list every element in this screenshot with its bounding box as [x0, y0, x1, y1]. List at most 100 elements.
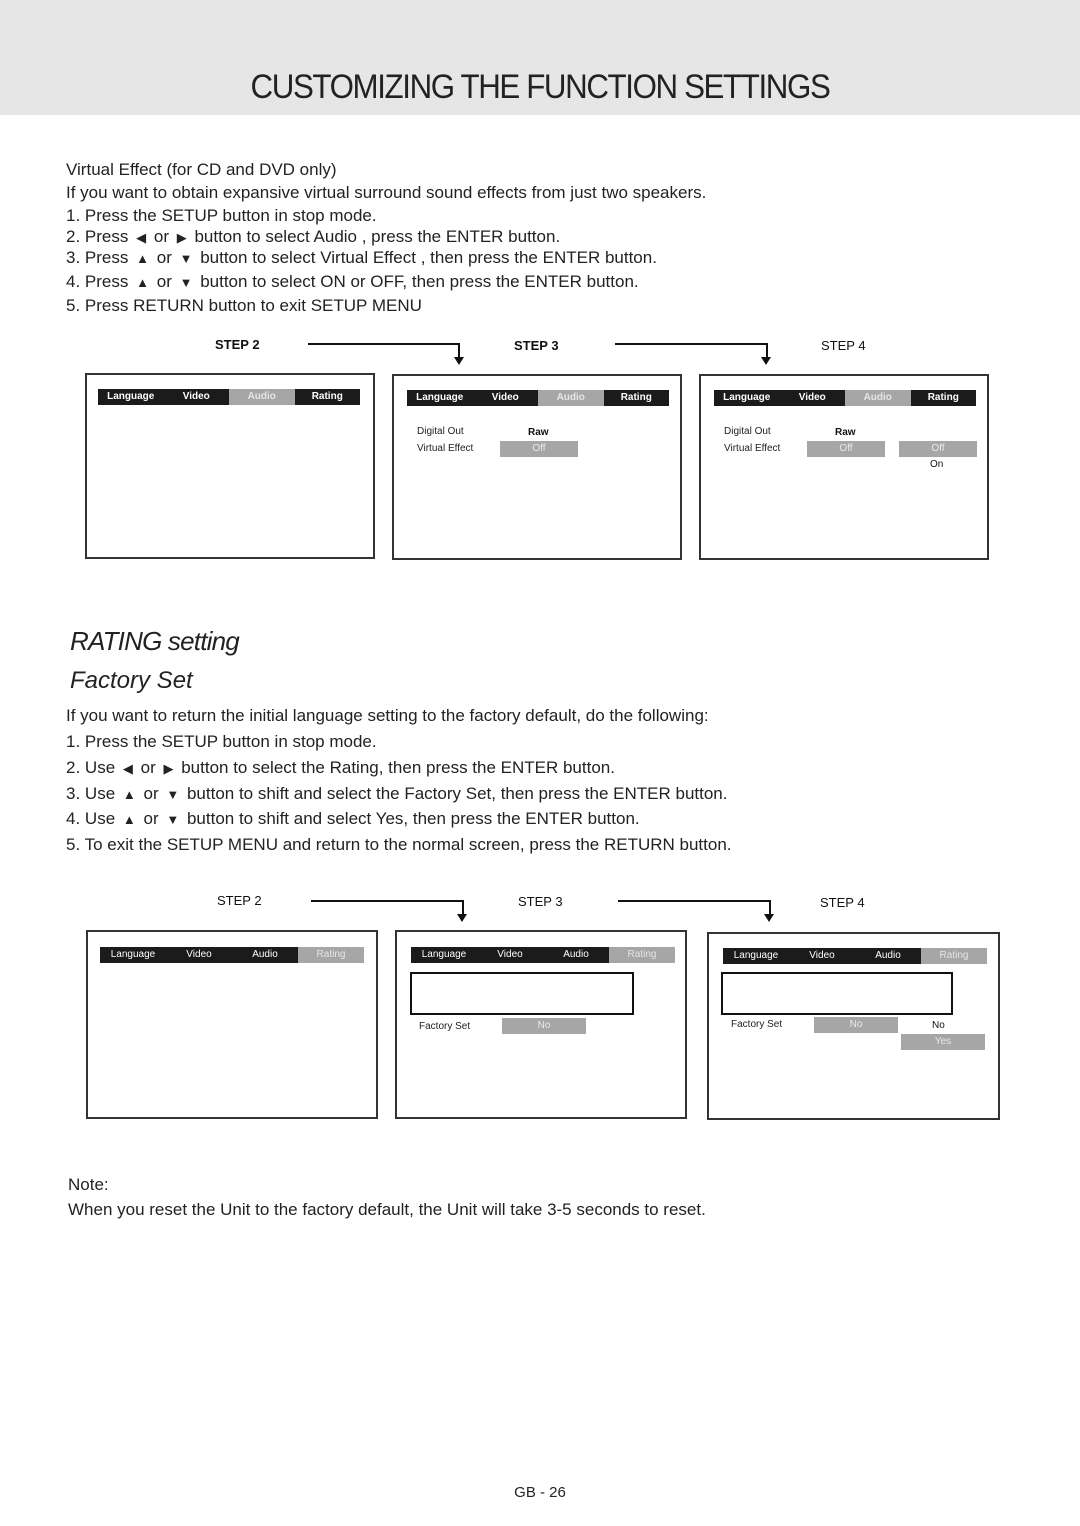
arrow-icon: ▲ [122, 787, 136, 802]
step-number: 1. [66, 206, 81, 225]
setup-tab-bar: Language Video Audio Rating [723, 948, 987, 964]
tab-audio[interactable]: Audio [543, 947, 609, 963]
virtual-effect-label: Virtual Effect [724, 443, 781, 454]
step-text: or [156, 248, 172, 267]
instruction-step: 3. Use ▲ or ▼ button to shift and select… [66, 784, 727, 804]
arrow-icon: ▼ [166, 812, 180, 827]
page-number: GB - 26 [514, 1484, 566, 1501]
option-yes[interactable]: Yes [901, 1034, 985, 1050]
digital-out-label: Digital Out [417, 426, 464, 437]
arrow-icon: ▶ [176, 230, 187, 245]
step-text: Press the SETUP button in stop mode. [84, 732, 377, 751]
setup-tab-bar: Language Video Audio Rating [714, 390, 976, 406]
setup-tab-bar: Language Video Audio Rating [411, 947, 675, 963]
step-connector [308, 343, 460, 359]
step-label: STEP 2 [217, 893, 262, 908]
setup-tab-bar: Language Video Audio Rating [98, 389, 360, 405]
message-box [721, 972, 953, 1015]
intro-virtual-effect: If you want to obtain expansive virtual … [66, 183, 707, 202]
instruction-step: 1. Press the SETUP button in stop mode. [66, 732, 398, 752]
step-number: 5. [66, 296, 81, 315]
step-text: button to shift and select Yes, then pre… [186, 809, 640, 828]
arrow-down-icon [454, 357, 464, 365]
setup-screen-step3: Language Video Audio Rating Factory Set … [395, 930, 687, 1119]
step-number: 4. [66, 809, 81, 828]
setup-screen-step4: Language Video Audio Rating Digital Out … [699, 374, 989, 560]
step-number: 4. [66, 272, 81, 291]
tab-rating[interactable]: Rating [604, 390, 670, 406]
tab-language[interactable]: Language [411, 947, 477, 963]
tab-audio[interactable]: Audio [855, 948, 921, 964]
tab-video[interactable]: Video [780, 390, 846, 406]
option-off[interactable]: Off [899, 441, 977, 457]
arrow-icon: ▼ [179, 251, 193, 266]
tab-language[interactable]: Language [100, 947, 166, 963]
digital-out-value: Raw [528, 427, 549, 438]
tab-video[interactable]: Video [166, 947, 232, 963]
step-text: Press [84, 248, 129, 267]
virtual-effect-label: Virtual Effect [417, 443, 474, 454]
step-number: 2. [66, 758, 81, 777]
intro-factory-set: If you want to return the initial langua… [66, 706, 709, 725]
message-box [410, 972, 634, 1015]
tab-rating[interactable]: Rating [609, 947, 675, 963]
arrow-icon: ▶ [163, 761, 174, 776]
arrow-icon: ▲ [122, 812, 136, 827]
tab-language[interactable]: Language [723, 948, 789, 964]
step-label: STEP 3 [514, 338, 559, 353]
section-heading-rating: RATING setting [70, 626, 240, 656]
tab-audio[interactable]: Audio [845, 390, 911, 406]
step-text: Press [84, 227, 129, 246]
step-number: 3. [66, 248, 81, 267]
arrow-icon: ◀ [122, 761, 133, 776]
step-text: or [143, 809, 159, 828]
tab-rating[interactable]: Rating [295, 389, 361, 405]
arrow-icon: ◀ [136, 230, 147, 245]
virtual-effect-value[interactable]: Off [807, 441, 885, 457]
tab-video[interactable]: Video [477, 947, 543, 963]
step-text: or [153, 227, 169, 246]
step-text: button to select the Rating, then press … [181, 758, 615, 777]
step-text: Press the SETUP button in stop mode. [84, 206, 377, 225]
factory-set-label: Factory Set [731, 1019, 783, 1030]
tab-language[interactable]: Language [98, 389, 164, 405]
tab-video[interactable]: Video [473, 390, 539, 406]
factory-set-value[interactable]: No [502, 1018, 586, 1034]
arrow-icon: ▲ [136, 275, 149, 290]
step-label: STEP 2 [215, 337, 260, 352]
instruction-step: 4. Press ▲ or ▼ button to select ON or O… [66, 272, 639, 292]
step-text: Use [84, 758, 116, 777]
subheading-factory-set: Factory Set [70, 667, 193, 694]
arrow-icon: ▲ [136, 251, 149, 266]
setup-tab-bar: Language Video Audio Rating [407, 390, 669, 406]
tab-video[interactable]: Video [164, 389, 230, 405]
arrow-down-icon [761, 357, 771, 365]
arrow-down-icon [764, 914, 774, 922]
step-number: 2. [66, 227, 81, 246]
factory-set-label: Factory Set [419, 1021, 471, 1032]
step-number: 5. [66, 835, 81, 854]
arrow-icon: ▼ [179, 275, 193, 290]
step-label: STEP 3 [518, 894, 563, 909]
step-connector [615, 343, 768, 359]
note-label: Note: [68, 1175, 109, 1194]
tab-audio[interactable]: Audio [538, 390, 604, 406]
section-heading-virtual-effect: Virtual Effect (for CD and DVD only) [66, 160, 337, 179]
arrow-down-icon [457, 914, 467, 922]
tab-audio[interactable]: Audio [229, 389, 295, 405]
tab-rating[interactable]: Rating [298, 947, 364, 963]
factory-set-value[interactable]: No [814, 1017, 898, 1033]
note-text: When you reset the Unit to the factory d… [68, 1200, 706, 1219]
step-text: button to select Virtual Effect , then p… [200, 248, 657, 267]
tab-language[interactable]: Language [407, 390, 473, 406]
option-no[interactable]: No [932, 1020, 945, 1031]
instruction-step: 4. Use ▲ or ▼ button to shift and select… [66, 809, 640, 829]
tab-audio[interactable]: Audio [232, 947, 298, 963]
option-on[interactable]: On [930, 459, 943, 470]
step-label: STEP 4 [821, 338, 866, 353]
virtual-effect-value[interactable]: Off [500, 441, 578, 457]
tab-rating[interactable]: Rating [921, 948, 987, 964]
tab-video[interactable]: Video [789, 948, 855, 964]
tab-language[interactable]: Language [714, 390, 780, 406]
tab-rating[interactable]: Rating [911, 390, 977, 406]
